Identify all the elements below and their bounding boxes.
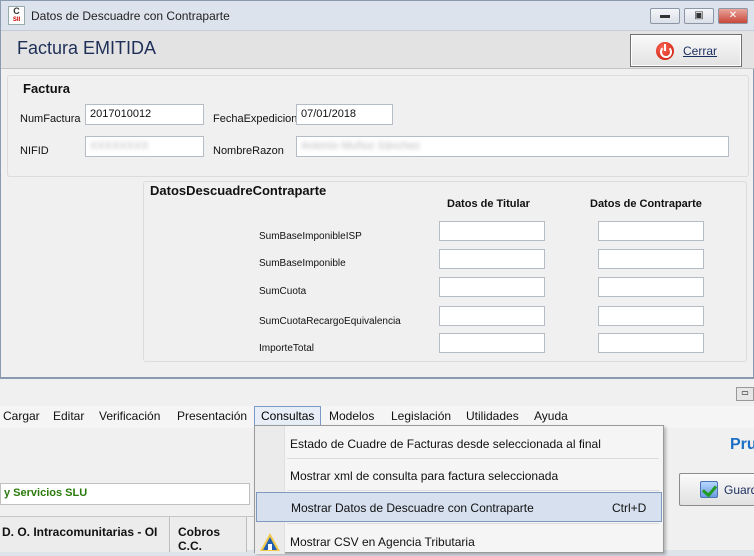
- menu-item-label: Estado de Cuadre de Facturas desde selec…: [290, 437, 601, 451]
- window-title: Datos de Descuadre con Contraparte: [31, 9, 230, 23]
- row-label-sumbaseimponible: SumBaseImponible: [259, 258, 346, 269]
- titular-sumcuotarecargo-field[interactable]: [439, 306, 545, 326]
- power-icon: [656, 42, 674, 60]
- minimize-button[interactable]: ▬: [650, 8, 680, 24]
- restore-icon: ▣: [694, 10, 704, 21]
- save-check-icon: [700, 481, 718, 498]
- nombre-razon-value: Antonio Muñoz Sánchez: [301, 140, 421, 152]
- menu-utilidades[interactable]: Utilidades: [466, 409, 519, 423]
- factura-group: [7, 75, 749, 177]
- guardar-button[interactable]: Guarda: [679, 473, 754, 506]
- titular-importetotal-field[interactable]: [439, 333, 545, 353]
- chevron-icon: ▭: [741, 388, 749, 397]
- aeat-icon: [260, 533, 280, 551]
- close-icon: ✕: [728, 10, 738, 21]
- nombre-razon-label: NombreRazon: [213, 145, 284, 157]
- minimize-icon: ▬: [660, 10, 670, 21]
- factura-group-title: Factura: [20, 81, 73, 96]
- tab-cobros-cc[interactable]: Cobros C.C.: [171, 517, 247, 553]
- consultas-dropdown-menu: Estado de Cuadre de Facturas desde selec…: [254, 425, 664, 556]
- app-logo-icon: C SII: [8, 6, 25, 25]
- fecha-expedicion-label: FechaExpedicion: [213, 113, 298, 125]
- row-label-sumcuotarecargo: SumCuotaRecargoEquivalencia: [259, 316, 401, 327]
- nif-field[interactable]: XXXXXXXX: [85, 136, 204, 157]
- menu-item-label: Mostrar CSV en Agencia Tributaria: [290, 535, 475, 549]
- menu-separator: [287, 523, 659, 524]
- tab-strip: D. O. Intracomunitarias - OI Cobros C.C.: [0, 516, 254, 553]
- num-factura-field[interactable]: 2017010012: [85, 104, 204, 125]
- menu-verificacion[interactable]: Verificación: [99, 409, 160, 423]
- titular-sumbaseimponibleisp-field[interactable]: [439, 221, 545, 241]
- menu-modelos[interactable]: Modelos: [329, 409, 374, 423]
- nombre-razon-field[interactable]: Antonio Muñoz Sánchez: [296, 136, 729, 157]
- nif-label: NIFID: [20, 145, 49, 157]
- row-label-sumbaseimponibleisp: SumBaseImponibleISP: [259, 231, 362, 242]
- title-bar[interactable]: C SII Datos de Descuadre con Contraparte …: [1, 1, 754, 31]
- contraparte-sumcuotarecargo-field[interactable]: [598, 306, 704, 326]
- fecha-expedicion-field[interactable]: 07/01/2018: [296, 104, 393, 125]
- menu-ayuda[interactable]: Ayuda: [534, 409, 568, 423]
- page-title: Factura EMITIDA: [17, 38, 157, 58]
- collapse-button[interactable]: ▭: [736, 387, 754, 401]
- cerrar-label: Cerrar: [683, 44, 718, 58]
- menu-item-estado-cuadre[interactable]: Estado de Cuadre de Facturas desde selec…: [255, 428, 663, 458]
- menu-item-label: Mostrar xml de consulta para factura sel…: [290, 469, 559, 483]
- row-label-sumcuota: SumCuota: [259, 286, 307, 297]
- col-titular-header: Datos de Titular: [447, 198, 530, 210]
- contraparte-importetotal-field[interactable]: [598, 333, 704, 353]
- nif-value: XXXXXXXX: [90, 140, 149, 152]
- menu-legislacion[interactable]: Legislación: [391, 409, 451, 423]
- company-name-field[interactable]: y Servicios SLU: [0, 483, 250, 505]
- guardar-label: Guarda: [724, 483, 754, 497]
- restore-button[interactable]: ▣: [684, 8, 714, 24]
- row-label-importetotal: ImporteTotal: [259, 343, 315, 354]
- menu-separator: [287, 490, 659, 491]
- close-window-button[interactable]: ✕: [718, 8, 748, 24]
- descuadre-group-title: DatosDescuadreContraparte: [147, 183, 330, 198]
- contraparte-sumbaseimponibleisp-field[interactable]: [598, 221, 704, 241]
- titular-sumcuota-field[interactable]: [439, 277, 545, 297]
- menu-cargar[interactable]: Cargar: [3, 409, 40, 423]
- titular-sumbaseimponible-field[interactable]: [439, 249, 545, 269]
- menu-item-label: Mostrar Datos de Descuadre con Contrapar…: [291, 501, 534, 515]
- col-contraparte-header: Datos de Contraparte: [590, 198, 702, 210]
- cerrar-button[interactable]: Cerrar: [630, 34, 742, 67]
- tab-operaciones-intracomunitarias[interactable]: D. O. Intracomunitarias - OI: [0, 517, 170, 552]
- menu-presentacion[interactable]: Presentación: [177, 409, 247, 423]
- menu-editar[interactable]: Editar: [53, 409, 84, 423]
- descuadre-dialog: C SII Datos de Descuadre con Contraparte …: [0, 0, 754, 378]
- menu-item-mostrar-xml[interactable]: Mostrar xml de consulta para factura sel…: [255, 460, 663, 490]
- contraparte-sumbaseimponible-field[interactable]: [598, 249, 704, 269]
- menu-item-shortcut: Ctrl+D: [612, 501, 647, 515]
- num-factura-label: NumFactura: [20, 113, 81, 125]
- menu-separator: [287, 458, 659, 459]
- menu-item-mostrar-csv[interactable]: Mostrar CSV en Agencia Tributaria: [255, 526, 663, 556]
- contraparte-sumcuota-field[interactable]: [598, 277, 704, 297]
- brand-text: Pru: [730, 436, 754, 453]
- header-band: Factura EMITIDA Cerrar: [1, 31, 754, 69]
- menu-item-mostrar-descuadre[interactable]: Mostrar Datos de Descuadre con Contrapar…: [256, 492, 662, 522]
